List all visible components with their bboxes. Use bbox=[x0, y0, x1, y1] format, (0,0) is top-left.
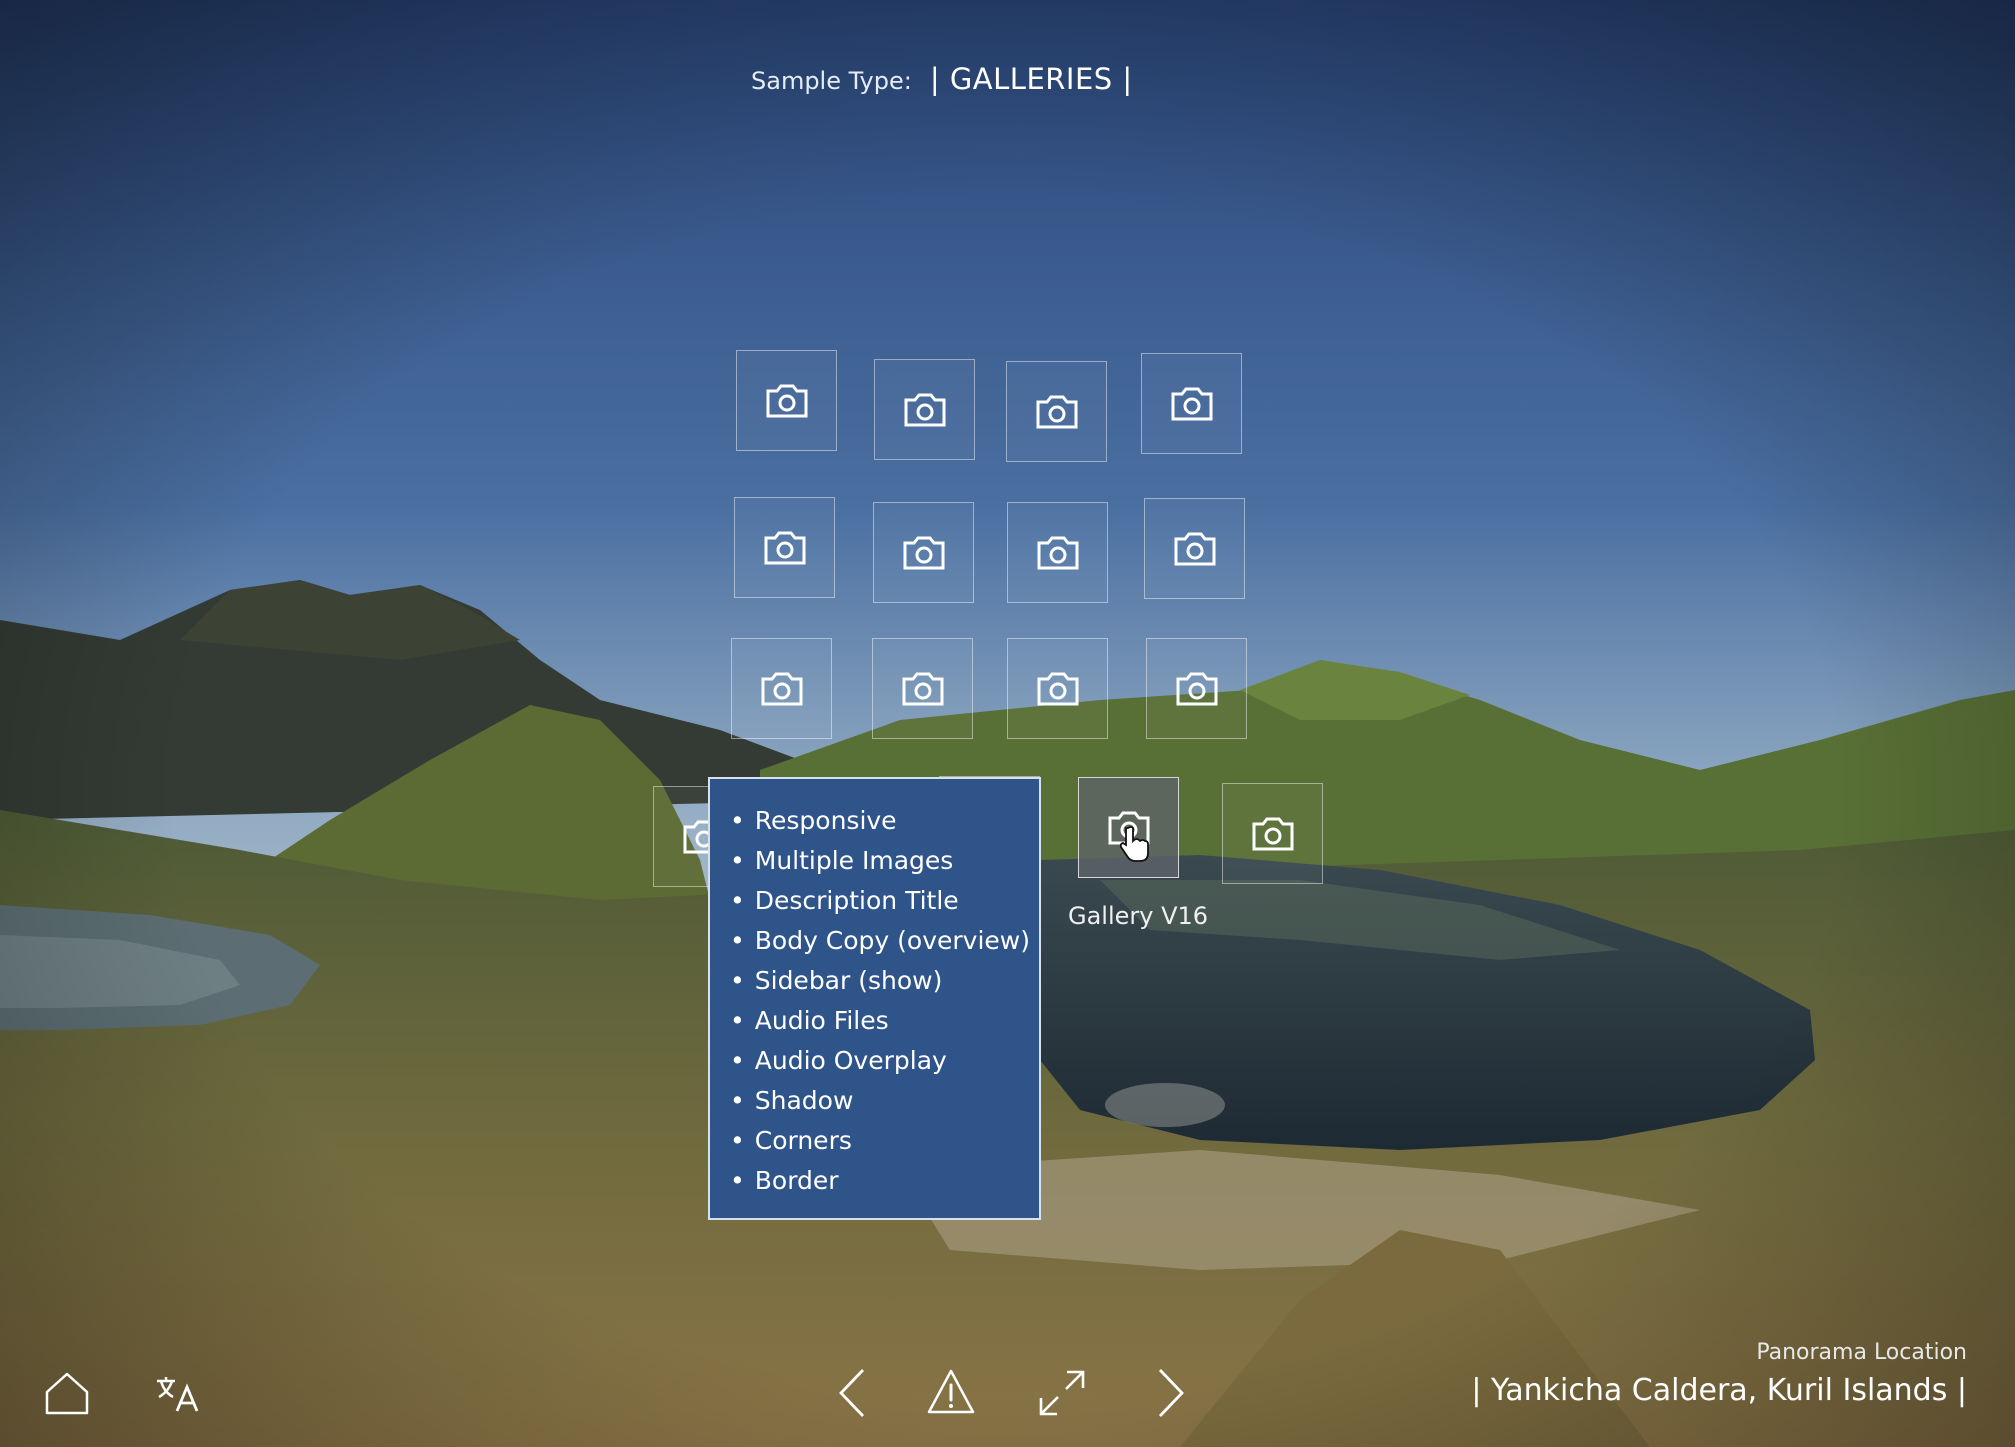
gallery-tile[interactable] bbox=[1146, 638, 1247, 739]
sample-type-header: Sample Type: | GALLERIES | bbox=[751, 62, 1133, 102]
gallery-tile[interactable] bbox=[1007, 502, 1108, 603]
sample-type-value[interactable]: | GALLERIES | bbox=[930, 62, 1133, 96]
gallery-tile[interactable] bbox=[736, 350, 837, 451]
feature-list-item: Corners bbox=[730, 1121, 1039, 1161]
sample-type-label: Sample Type: bbox=[751, 67, 912, 95]
gallery-tile[interactable] bbox=[873, 502, 974, 603]
camera-icon bbox=[1174, 532, 1215, 565]
camera-icon bbox=[1252, 817, 1293, 850]
feature-list-item: Shadow bbox=[730, 1081, 1039, 1121]
panorama-location: Panorama Location | Yankicha Caldera, Ku… bbox=[1471, 1340, 1967, 1408]
gallery-tile-label: Gallery V16 bbox=[1068, 902, 1209, 930]
feature-list-item: Audio Files bbox=[730, 1001, 1039, 1041]
home-icon bbox=[45, 1372, 89, 1415]
gallery-tile[interactable] bbox=[1144, 498, 1245, 599]
gallery-tile[interactable] bbox=[1141, 353, 1242, 454]
camera-icon bbox=[1176, 672, 1217, 705]
chevron-right-icon bbox=[1158, 1369, 1184, 1417]
gallery-tile[interactable] bbox=[872, 638, 973, 739]
home-button[interactable] bbox=[44, 1370, 90, 1416]
gallery-tile[interactable] bbox=[1007, 638, 1108, 739]
camera-icon bbox=[761, 672, 802, 705]
next-button[interactable] bbox=[1154, 1367, 1188, 1419]
camera-icon bbox=[902, 672, 943, 705]
gallery-tile[interactable] bbox=[1006, 361, 1107, 462]
feature-list-item: Description Title bbox=[730, 881, 1039, 921]
camera-icon bbox=[1037, 536, 1078, 569]
feature-list-item: Responsive bbox=[730, 801, 1039, 841]
camera-icon bbox=[1036, 395, 1077, 428]
feature-list-item: Sidebar (show) bbox=[730, 961, 1039, 1001]
gallery-tile-active[interactable] bbox=[1078, 777, 1179, 878]
previous-button[interactable] bbox=[835, 1367, 869, 1419]
gallery-tile[interactable] bbox=[731, 638, 832, 739]
camera-icon bbox=[766, 384, 807, 417]
panorama-location-value: | Yankicha Caldera, Kuril Islands | bbox=[1471, 1373, 1967, 1408]
warning-icon bbox=[927, 1369, 975, 1414]
feature-list-item: Body Copy (overview) bbox=[730, 921, 1039, 961]
feature-list-item: Audio Overplay bbox=[730, 1041, 1039, 1081]
report-button[interactable] bbox=[926, 1368, 976, 1416]
feature-list-item: Border bbox=[730, 1161, 1039, 1201]
camera-icon bbox=[1171, 387, 1212, 420]
feature-list-item: Multiple Images bbox=[730, 841, 1039, 881]
fullscreen-button[interactable] bbox=[1037, 1368, 1087, 1418]
gallery-tile[interactable] bbox=[1222, 783, 1323, 884]
camera-icon bbox=[904, 393, 945, 426]
feature-list-panel: ResponsiveMultiple ImagesDescription Tit… bbox=[708, 777, 1041, 1220]
fullscreen-icon bbox=[1039, 1370, 1085, 1416]
translate-button[interactable] bbox=[155, 1372, 201, 1416]
camera-icon bbox=[764, 531, 805, 564]
panorama-location-label: Panorama Location bbox=[1756, 1340, 1967, 1365]
translate-icon bbox=[157, 1377, 199, 1412]
gallery-tile[interactable] bbox=[874, 359, 975, 460]
camera-icon bbox=[903, 536, 944, 569]
camera-icon bbox=[1037, 672, 1078, 705]
pointer-hand-icon bbox=[1119, 826, 1149, 862]
feature-list: ResponsiveMultiple ImagesDescription Tit… bbox=[730, 801, 1039, 1201]
gallery-tile[interactable] bbox=[734, 497, 835, 598]
chevron-left-icon bbox=[839, 1369, 865, 1417]
